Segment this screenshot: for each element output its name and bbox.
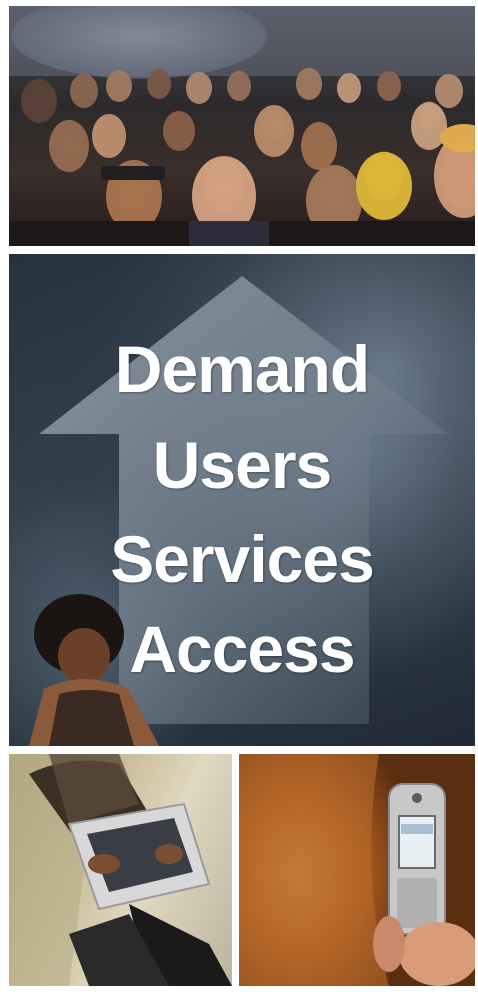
phone-illustration [239, 754, 475, 986]
laptop-photo [9, 754, 232, 986]
mobile-phone-photo [239, 754, 475, 986]
laptop-illustration [9, 754, 232, 986]
crowd-photo [9, 6, 475, 246]
hero-word-services: Services [110, 522, 375, 596]
woman-photo [29, 594, 159, 746]
hero-word-demand: Demand [114, 332, 370, 406]
hero-panel: Demand Users Services Access [9, 254, 475, 746]
crowd-illustration [9, 6, 475, 246]
hero-word-users: Users [152, 428, 332, 502]
